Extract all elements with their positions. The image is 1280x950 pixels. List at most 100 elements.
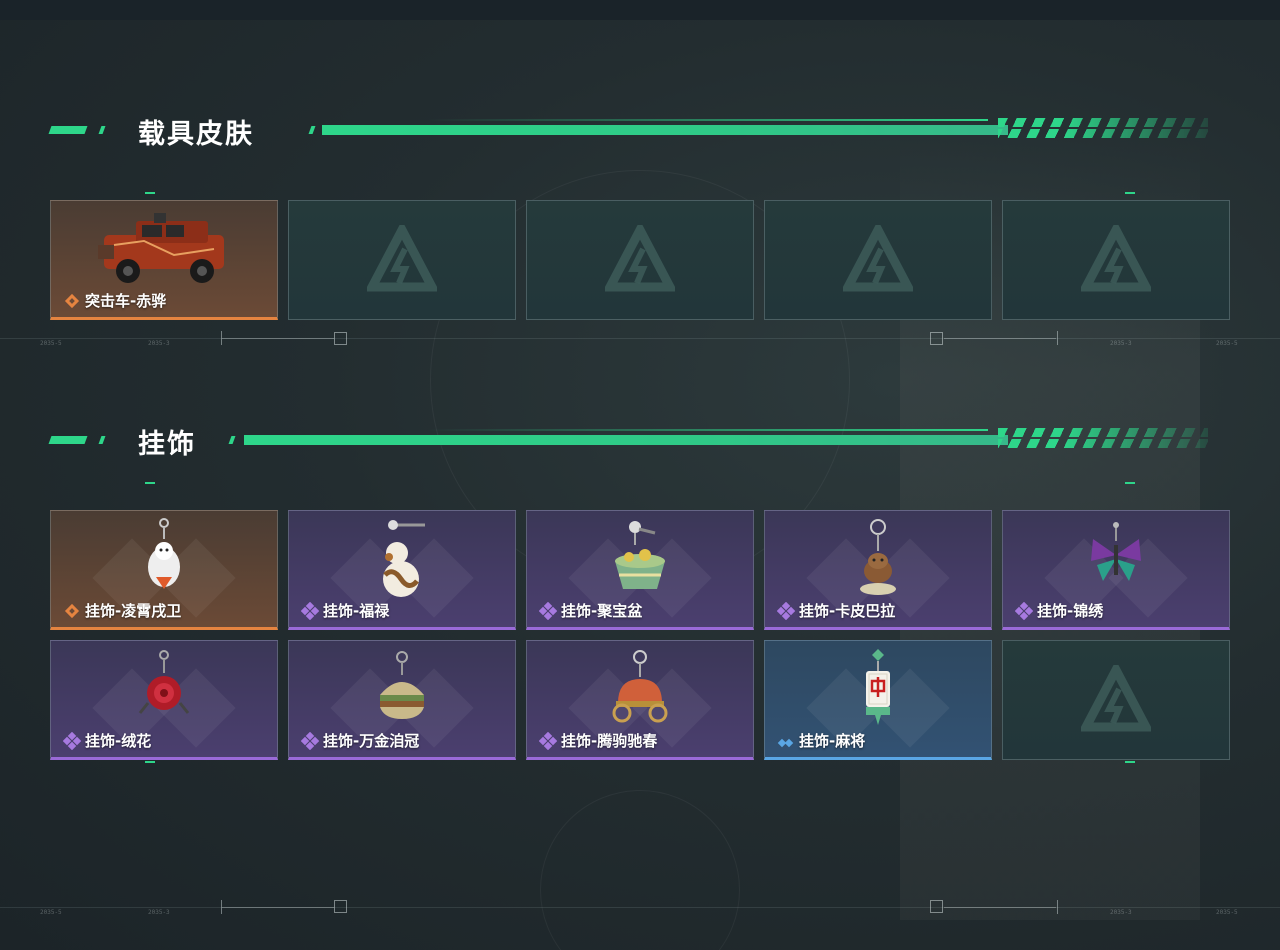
item-name: 挂饰-凌霄戌卫: [85, 602, 182, 620]
treasure-bowl-charm-icon: [615, 521, 665, 589]
empty-slot: [526, 200, 754, 320]
ruler-tick: [1057, 900, 1058, 914]
ruler-square: [334, 332, 347, 345]
ruler-mark: 2035-5: [1216, 909, 1238, 916]
item-name-row: 挂饰-福禄: [301, 600, 389, 621]
divider-line: [0, 907, 1280, 908]
rarity-purple-icon: [1015, 601, 1033, 620]
ruler-line: [944, 338, 1056, 339]
header-bar: [244, 435, 1008, 445]
item-card[interactable]: 挂饰-麻将: [764, 640, 992, 760]
item-name: 挂饰-绒花: [85, 732, 152, 750]
dog-charm-icon: [148, 518, 180, 589]
ruler-tick: [1057, 331, 1058, 345]
rarity-blue-icon: [777, 738, 794, 747]
top-bar: [0, 0, 1280, 20]
item-name-row: 挂饰-绒花: [63, 730, 151, 751]
item-name: 挂饰-麻将: [799, 732, 866, 750]
item-card[interactable]: 挂饰-腾驹驰春: [526, 640, 754, 760]
header-checker-pattern: [998, 428, 1208, 448]
placeholder-logo-icon: [843, 225, 913, 292]
corner-dash: [145, 761, 155, 763]
item-name: 挂饰-万金洎冠: [323, 732, 420, 750]
section-header-vehicle-skins: 载具皮肤: [48, 110, 1208, 150]
item-name: 突击车-赤骅: [85, 292, 167, 310]
header-accent: [48, 436, 88, 444]
header-thin-line: [428, 429, 988, 431]
item-name: 挂饰-锦绣: [1037, 602, 1104, 620]
rarity-purple-icon: [777, 601, 795, 620]
rarity-purple-icon: [301, 601, 319, 620]
item-card[interactable]: 突击车-赤骅: [50, 200, 278, 320]
ruler-square: [334, 900, 347, 913]
item-name: 挂饰-腾驹驰春: [561, 732, 658, 750]
item-name-row: 突击车-赤骅: [63, 290, 166, 311]
item-card[interactable]: 挂饰-聚宝盆: [526, 510, 754, 630]
corner-dash: [145, 192, 155, 194]
item-name-row: 挂饰-万金洎冠: [301, 730, 419, 751]
item-name-row: 挂饰-锦绣: [1015, 600, 1103, 621]
empty-slot: [288, 200, 516, 320]
item-name-row: 挂饰-卡皮巴拉: [777, 600, 895, 621]
header-accent: [98, 436, 106, 444]
corner-dash: [1125, 482, 1135, 484]
empty-slot: [1002, 640, 1230, 760]
assault-vehicle-icon: [98, 213, 224, 283]
background-circle: [540, 790, 740, 950]
header-bar: [322, 125, 1008, 135]
rarity-purple-icon: [301, 731, 319, 750]
header-accent: [228, 436, 236, 444]
rarity-purple-icon: [539, 601, 557, 620]
header-accent: [308, 126, 316, 134]
divider-line: [0, 338, 1280, 339]
rarity-purple-icon: [539, 731, 557, 750]
item-card[interactable]: 挂饰-卡皮巴拉: [764, 510, 992, 630]
rarity-purple-icon: [63, 731, 81, 750]
empty-slot: [764, 200, 992, 320]
gourd-charm-icon: [383, 520, 425, 597]
mahjong-charm-icon: [866, 649, 890, 725]
section-header-charms: 挂饰: [48, 420, 1208, 460]
ruler-mark: 2035-5: [40, 909, 62, 916]
item-name-row: 挂饰-聚宝盆: [539, 600, 642, 621]
ruler-square: [930, 900, 943, 913]
item-card[interactable]: 挂饰-福禄: [288, 510, 516, 630]
ruler-line: [944, 907, 1056, 908]
ruler-mark: 2035-3: [1110, 909, 1132, 916]
section-title: 载具皮肤: [138, 119, 254, 150]
butterfly-charm-icon: [1091, 522, 1141, 581]
header-checker-pattern: [998, 118, 1208, 138]
vehicle-skins-grid: 突击车-赤骅: [50, 200, 1230, 320]
item-card[interactable]: 挂饰-锦绣: [1002, 510, 1230, 630]
burger-charm-icon: [380, 651, 424, 719]
placeholder-logo-icon: [605, 225, 675, 292]
section-title: 挂饰: [138, 429, 196, 460]
ruler-line: [222, 338, 334, 339]
ruler-square: [930, 332, 943, 345]
rose-charm-icon: [138, 650, 190, 714]
item-card[interactable]: 挂饰-万金洎冠: [288, 640, 516, 760]
item-card[interactable]: 挂饰-凌霄戌卫: [50, 510, 278, 630]
header-accent: [48, 126, 88, 134]
item-name-row: 挂饰-凌霄戌卫: [63, 600, 181, 621]
ruler-mark: 2035-5: [1216, 340, 1238, 347]
item-name: 挂饰-卡皮巴拉: [799, 602, 896, 620]
ruler-mark: 2035-5: [40, 340, 62, 347]
carriage-charm-icon: [612, 650, 668, 723]
ruler-mark: 2035-3: [148, 340, 170, 347]
charms-grid: 挂饰-凌霄戌卫 挂饰-福禄 挂饰-聚宝盆 挂饰-卡皮巴拉 挂饰-锦绣 挂饰-绒花…: [50, 510, 1230, 760]
header-accent: [98, 126, 106, 134]
item-card[interactable]: 挂饰-绒花: [50, 640, 278, 760]
item-name-row: 挂饰-麻将: [777, 730, 865, 751]
empty-slot: [1002, 200, 1230, 320]
placeholder-logo-icon: [1081, 665, 1151, 732]
placeholder-logo-icon: [1081, 225, 1151, 292]
item-name: 挂饰-聚宝盆: [561, 602, 643, 620]
header-thin-line: [428, 119, 988, 121]
capybara-charm-icon: [860, 519, 896, 595]
rarity-orange-icon: [64, 293, 80, 308]
item-name: 挂饰-福禄: [323, 602, 390, 620]
rarity-orange-icon: [64, 603, 80, 618]
ruler-line: [222, 907, 334, 908]
item-name-row: 挂饰-腾驹驰春: [539, 730, 657, 751]
